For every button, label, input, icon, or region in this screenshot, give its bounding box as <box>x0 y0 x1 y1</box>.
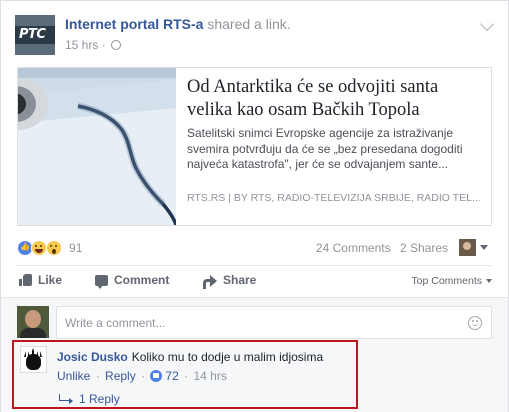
separator-dot: · <box>101 38 110 52</box>
shared-text: shared a link. <box>207 16 291 32</box>
comment-time[interactable]: 14 hrs <box>193 369 226 383</box>
post-counts: 24 Comments 2 Shares <box>316 241 448 255</box>
globe-icon[interactable] <box>111 40 122 50</box>
comment-input[interactable] <box>56 306 492 339</box>
comment-text: Koliko mu to dodje u malim idjosima <box>131 350 324 364</box>
commenter-avatar[interactable] <box>20 346 47 373</box>
comments-section: Josic DuskoKoliko mu to dodje u malim id… <box>1 297 508 412</box>
like-label: Like <box>38 273 63 287</box>
logo-text: PTC <box>19 27 46 42</box>
reply-arrow-icon <box>59 394 73 404</box>
shares-count[interactable]: 2 Shares <box>400 241 448 255</box>
page-logo[interactable]: PTC <box>15 15 55 55</box>
divider <box>17 265 492 266</box>
unlike-link[interactable]: Unlike <box>57 369 90 383</box>
commenter-name[interactable]: Josic Dusko <box>57 350 128 364</box>
viewer-avatar[interactable] <box>459 239 476 256</box>
comment-icon <box>95 275 108 289</box>
reply-link[interactable]: Reply <box>105 369 136 383</box>
comment-like-count[interactable]: 72 <box>165 369 178 383</box>
chevron-down-icon[interactable] <box>479 16 495 32</box>
reaction-count[interactable]: 91 <box>69 241 82 255</box>
like-button[interactable]: Like <box>19 273 62 287</box>
link-preview[interactable]: Od Antarktika će se odvojiti santa velik… <box>17 67 492 226</box>
post-author-line: Internet portal RTS-a shared a link. <box>65 16 291 32</box>
page-name-link[interactable]: Internet portal RTS-a <box>65 16 203 32</box>
thumbs-up-icon <box>19 274 32 286</box>
share-label: Share <box>223 273 257 287</box>
separator-dot: · <box>184 369 189 383</box>
comment-label: Comment <box>114 273 170 287</box>
separator-dot: · <box>141 369 146 383</box>
link-description: Satelitski snimci Evropske agencije za i… <box>187 126 463 171</box>
link-title[interactable]: Od Antarktika će se odvojiti santa velik… <box>187 76 483 122</box>
antarctica-photo <box>18 68 176 225</box>
reaction-summary[interactable]: 91 <box>17 240 82 258</box>
post-card: PTC Internet portal RTS-a shared a link.… <box>0 0 509 412</box>
sort-label: Top Comments <box>411 275 482 287</box>
post-header: PTC Internet portal RTS-a shared a link.… <box>15 13 496 57</box>
post-meta: 15 hrs · <box>65 38 122 52</box>
haha-reaction-icon <box>31 240 48 256</box>
comment-button[interactable]: Comment <box>95 273 170 289</box>
separator-dot: · <box>95 369 100 383</box>
current-user-avatar[interactable] <box>17 306 49 338</box>
caret-down-icon <box>486 279 492 283</box>
action-bar: Like Comment Share Top Comments <box>17 269 492 295</box>
comments-count[interactable]: 24 Comments <box>316 241 391 255</box>
comment-meta: Unlike · Reply · 72 · 14 hrs <box>57 369 227 383</box>
post-time[interactable]: 15 hrs <box>65 38 98 52</box>
comment-body: Josic Dusko Koliko mu to dodje u malim id… <box>57 350 323 364</box>
replies-label: 1 Reply <box>79 392 120 406</box>
comment-sort-dropdown[interactable]: Top Comments <box>411 275 492 287</box>
emoji-icon[interactable] <box>468 316 482 330</box>
like-badge-icon <box>150 370 163 382</box>
caret-down-icon[interactable] <box>480 245 488 250</box>
share-arrow-icon <box>203 275 217 289</box>
share-button[interactable]: Share <box>203 273 257 289</box>
view-replies-link[interactable]: 1 Reply <box>59 392 120 406</box>
link-thumbnail[interactable] <box>18 68 176 225</box>
wow-reaction-icon <box>45 240 62 256</box>
link-source: RTS.RS | BY RTS, RADIO-TELEVIZIJA SRBIJE… <box>187 192 481 204</box>
